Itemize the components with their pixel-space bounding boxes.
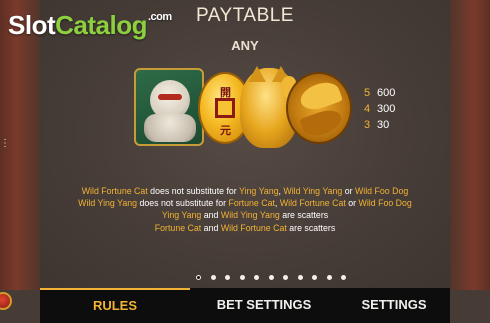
- pagination-dot[interactable]: [312, 275, 317, 280]
- foo-dog-symbol: [134, 68, 204, 146]
- payout-count: 4: [364, 103, 371, 115]
- rule-line-1: Wild Fortune Cat does not substitute for…: [40, 185, 450, 197]
- pagination-dot[interactable]: [326, 275, 332, 280]
- fish-dark-icon: [299, 105, 345, 141]
- rule-symbol-name: Fortune Cat: [154, 222, 202, 233]
- payout-row: 3 30: [364, 117, 424, 133]
- pagination-dot[interactable]: [225, 275, 230, 280]
- rule-symbol-name: Wild Fortune Cat: [81, 186, 148, 196]
- rule-text: does not substitute for: [137, 198, 229, 209]
- rule-symbol-name: Wild Foo Dog: [354, 186, 409, 196]
- fish-light-icon: [297, 77, 343, 115]
- pagination-dots: [196, 275, 356, 283]
- payout-count: 3: [364, 119, 371, 131]
- rule-line-2: Wild Ying Yang does not substitute for F…: [40, 197, 450, 209]
- cat-ear-left-icon: [248, 66, 266, 82]
- bottom-tab-bar: RULES BET SETTINGS SETTINGS: [40, 288, 450, 323]
- rule-text: are scatters: [286, 222, 336, 233]
- payout-row: 5 600: [364, 85, 424, 101]
- rules-description: Wild Fortune Cat does not substitute for…: [40, 185, 450, 234]
- rule-text: and: [201, 210, 221, 221]
- rule-text: are scatters: [279, 210, 329, 221]
- payout-count: 5: [364, 87, 371, 99]
- rule-symbol-name: Ying Yang: [161, 210, 202, 221]
- rule-symbol-name: Wild Ying Yang: [78, 198, 138, 209]
- payout-row: 4 300: [364, 101, 424, 117]
- tab-bet-settings[interactable]: BET SETTINGS: [190, 288, 338, 323]
- pagination-dot[interactable]: [210, 275, 216, 280]
- payout-value: 300: [377, 103, 396, 115]
- rule-line-4: Fortune Cat and Wild Fortune Cat are sca…: [40, 222, 450, 234]
- pagination-dot[interactable]: [254, 275, 259, 280]
- rule-text: or: [345, 198, 359, 209]
- page-subtitle: ANY: [231, 38, 259, 53]
- rule-symbol-name: Wild Ying Yang: [283, 186, 343, 196]
- rule-text: or: [342, 186, 355, 196]
- payout-value: 600: [377, 87, 396, 99]
- pagination-dot[interactable]: [239, 275, 245, 280]
- side-ornament-icon: ⋮: [0, 138, 10, 149]
- tab-rules[interactable]: RULES: [40, 288, 190, 323]
- page-title: PAYTABLE: [196, 5, 294, 26]
- ying-yang-fish-symbol: [286, 72, 352, 144]
- pagination-dot[interactable]: [341, 275, 346, 280]
- rule-symbol-name: Wild Fortune Cat: [220, 222, 287, 233]
- payout-list: 5 600 4 300 3 30: [364, 85, 424, 133]
- rule-symbol-name: Wild Ying Yang: [220, 210, 280, 221]
- symbol-group: 開 元: [134, 66, 354, 148]
- rule-symbol-name: Wild Fortune Cat: [279, 198, 346, 209]
- pagination-dot[interactable]: [297, 275, 303, 280]
- pagination-dot[interactable]: [283, 275, 288, 280]
- rule-text: does not substitute for: [147, 186, 240, 196]
- rule-symbol-name: Wild Foo Dog: [358, 198, 412, 209]
- rule-line-3: Ying Yang and Wild Ying Yang are scatter…: [40, 209, 450, 221]
- rule-text: and: [201, 222, 221, 233]
- pagination-dot[interactable]: [268, 275, 274, 280]
- payout-value: 30: [377, 119, 390, 131]
- menu-button[interactable]: [0, 292, 12, 310]
- coin-char-bottom: 元: [220, 125, 231, 137]
- foo-dog-eyes-icon: [158, 94, 182, 100]
- tab-settings[interactable]: SETTINGS: [338, 288, 450, 323]
- coin-hole-icon: [215, 98, 235, 118]
- rule-symbol-name: Fortune Cat: [228, 198, 275, 209]
- rule-symbol-name: Ying Yang: [239, 186, 279, 196]
- foo-dog-body-icon: [144, 114, 196, 142]
- pagination-dot[interactable]: [196, 275, 201, 280]
